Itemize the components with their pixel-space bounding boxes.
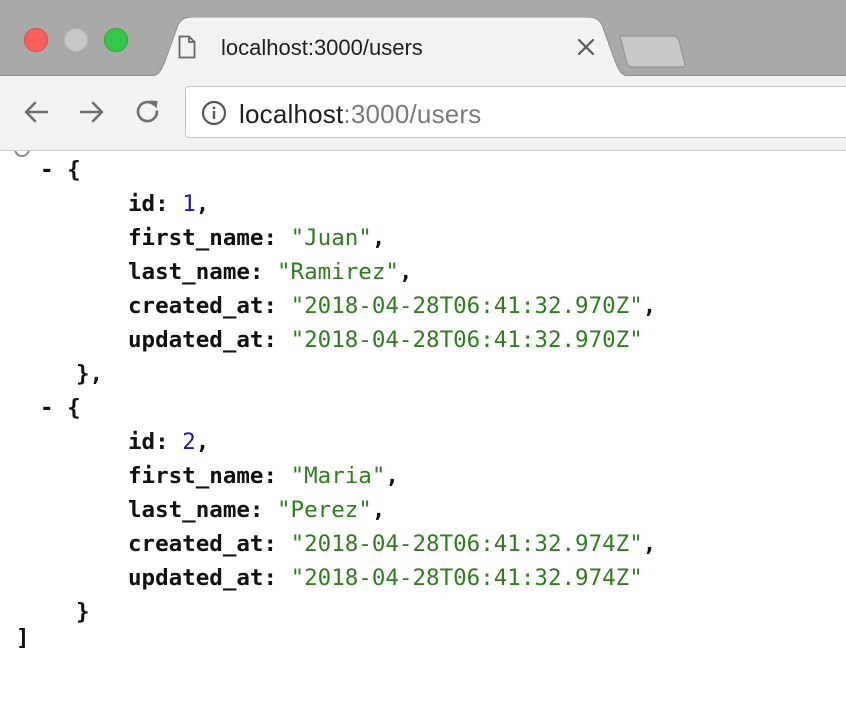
json-colon: : bbox=[263, 327, 291, 353]
json-value: "Maria" bbox=[290, 463, 386, 489]
json-colon: : bbox=[249, 259, 278, 285]
json-line-updated-at: updated_at: "2018-04-28T06:41:32.974Z" bbox=[128, 563, 643, 593]
json-line-bracket: ] bbox=[16, 623, 30, 653]
json-line-bracket: - { bbox=[40, 155, 81, 185]
json-bracket: ] bbox=[16, 625, 30, 651]
json-line-created-at: created_at: "2018-04-28T06:41:32.970Z", bbox=[128, 291, 656, 321]
url-text[interactable]: localhost:3000/users bbox=[239, 99, 482, 130]
json-colon: : bbox=[263, 293, 291, 319]
json-key: first_name bbox=[128, 225, 264, 251]
page-icon bbox=[178, 35, 196, 59]
json-comma: , bbox=[371, 225, 386, 251]
info-icon[interactable] bbox=[201, 100, 227, 126]
arrow-left-icon[interactable] bbox=[20, 96, 52, 128]
json-value: "2018-04-28T06:41:32.974Z" bbox=[290, 531, 643, 557]
json-value: "2018-04-28T06:41:32.970Z" bbox=[290, 327, 643, 353]
json-key: last_name bbox=[128, 497, 250, 523]
json-line-bracket: - { bbox=[40, 393, 81, 423]
close-icon[interactable] bbox=[575, 36, 597, 58]
scroll-cut-glyph bbox=[14, 151, 30, 157]
json-line-first-name: first_name: "Maria", bbox=[128, 461, 399, 491]
close-window-button[interactable] bbox=[24, 28, 48, 52]
json-key: created_at bbox=[128, 531, 264, 557]
json-line-id: id: 1, bbox=[128, 189, 209, 219]
json-line-created-at: created_at: "2018-04-28T06:41:32.974Z", bbox=[128, 529, 656, 559]
json-bracket[interactable]: - { bbox=[40, 157, 81, 183]
json-comma: , bbox=[385, 463, 399, 489]
json-colon: : bbox=[263, 463, 291, 489]
json-bracket[interactable]: - { bbox=[40, 395, 81, 421]
json-viewer: - {id: 1, first_name: "Juan", last_name: "… bbox=[0, 151, 846, 714]
json-value: 1 bbox=[182, 191, 196, 217]
json-key: updated_at bbox=[128, 565, 264, 591]
json-colon: : bbox=[263, 531, 291, 557]
tab-title: localhost:3000/users bbox=[221, 35, 423, 60]
json-comma: , bbox=[398, 259, 413, 285]
json-comma: , bbox=[371, 497, 386, 523]
json-value: "Juan" bbox=[290, 225, 372, 251]
json-comma: , bbox=[642, 531, 657, 557]
json-line-last-name: last_name: "Perez", bbox=[128, 495, 385, 525]
json-value: 2 bbox=[182, 429, 196, 455]
url-path: :3000/users bbox=[343, 99, 482, 129]
json-key: id bbox=[128, 191, 156, 217]
json-key: created_at bbox=[128, 293, 264, 319]
json-line-bracket: } bbox=[76, 597, 90, 627]
address-bar[interactable]: localhost:3000/users bbox=[185, 86, 846, 138]
json-line-first-name: first_name: "Juan", bbox=[128, 223, 385, 253]
json-line-updated-at: updated_at: "2018-04-28T06:41:32.970Z" bbox=[128, 325, 643, 355]
json-bracket: } bbox=[76, 599, 90, 625]
url-host: localhost bbox=[239, 99, 344, 129]
minimize-window-button[interactable] bbox=[64, 28, 88, 52]
tab-strip: localhost:3000/users bbox=[0, 0, 846, 77]
json-colon: : bbox=[263, 225, 291, 251]
json-key: id bbox=[128, 429, 156, 455]
json-key: updated_at bbox=[128, 327, 264, 353]
json-value: "Ramirez" bbox=[277, 259, 399, 285]
maximize-window-button[interactable] bbox=[104, 28, 128, 52]
new-tab-button[interactable] bbox=[618, 34, 688, 68]
json-colon: : bbox=[155, 191, 183, 217]
browser-toolbar: localhost:3000/users bbox=[0, 76, 846, 151]
json-line-id: id: 2, bbox=[128, 427, 209, 457]
json-line-bracket: }, bbox=[76, 359, 103, 389]
json-colon: : bbox=[263, 565, 291, 591]
json-value: "Perez" bbox=[277, 497, 372, 523]
json-key: first_name bbox=[128, 463, 264, 489]
json-value: "2018-04-28T06:41:32.974Z" bbox=[290, 565, 643, 591]
json-colon: : bbox=[249, 497, 278, 523]
arrow-right-icon[interactable] bbox=[76, 96, 108, 128]
reload-icon[interactable] bbox=[132, 96, 164, 128]
json-comma: , bbox=[642, 293, 657, 319]
json-key: last_name bbox=[128, 259, 250, 285]
json-line-last-name: last_name: "Ramirez", bbox=[128, 257, 412, 287]
json-value: "2018-04-28T06:41:32.970Z" bbox=[290, 293, 643, 319]
tab-active[interactable]: localhost:3000/users bbox=[145, 17, 635, 77]
json-colon: : bbox=[155, 429, 183, 455]
json-bracket: }, bbox=[76, 361, 104, 387]
json-comma: , bbox=[195, 429, 210, 455]
json-comma: , bbox=[195, 191, 210, 217]
